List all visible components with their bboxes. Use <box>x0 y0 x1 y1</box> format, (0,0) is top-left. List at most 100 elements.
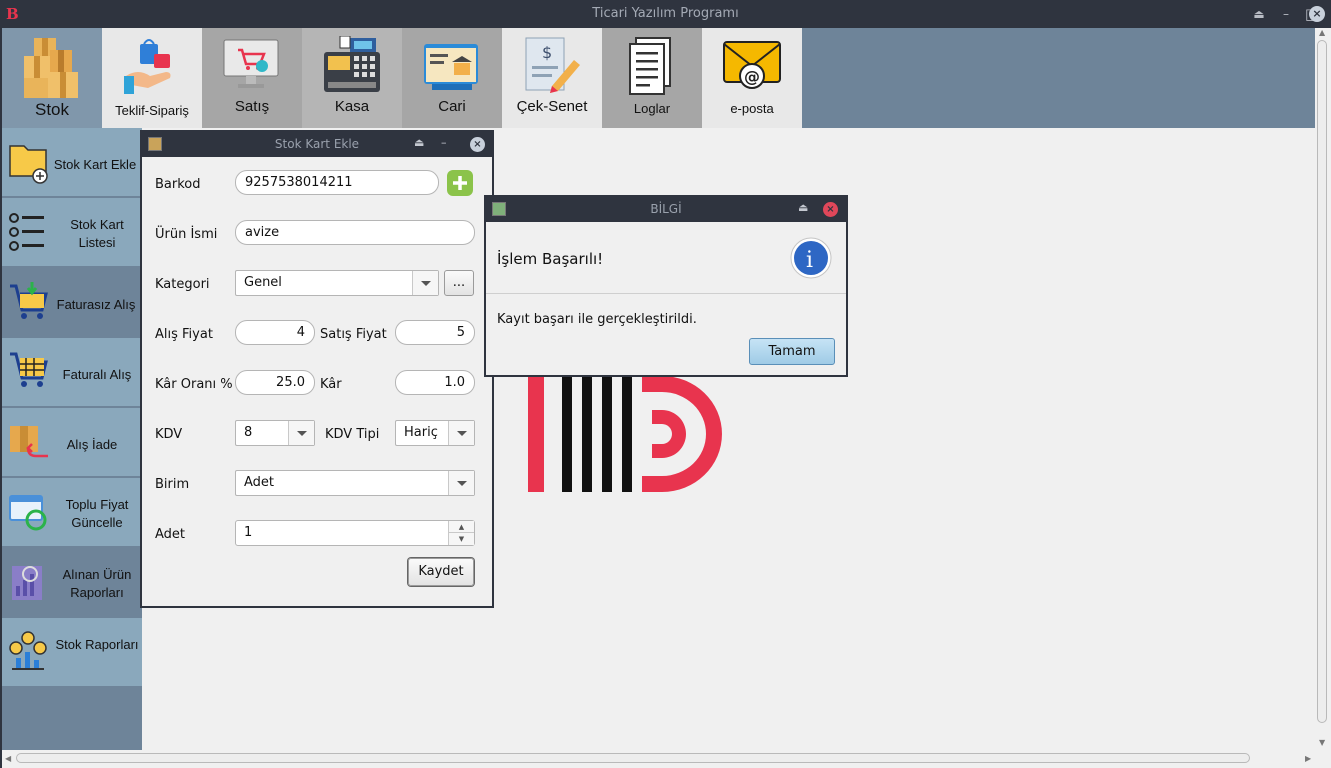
urun-ismi-label: Ürün İsmi <box>155 227 218 242</box>
tab-label: Satış <box>234 98 270 115</box>
document-icon <box>629 37 671 95</box>
scroll-left-icon[interactable]: ◀ <box>5 754 11 763</box>
tab-label: Çek-Senet <box>516 98 588 115</box>
monitor-cart-icon <box>223 39 279 88</box>
sidebar-item-faturali-alis[interactable]: Faturalı Alış <box>2 338 142 406</box>
check-pen-icon: $ <box>525 37 580 93</box>
sidebar-item-label: Faturasız Alış <box>56 297 136 312</box>
adet-spinner[interactable]: 1 ▲ ▼ <box>235 520 475 546</box>
sidebar-item-alis-iade[interactable]: Alış İade <box>2 408 142 476</box>
tab-e-posta[interactable]: @ e-posta <box>702 28 802 128</box>
tab-label: Kasa <box>334 98 370 115</box>
chart-report-icon <box>12 566 42 600</box>
stok-sidebar: Stok Kart Ekle Stok Kart Listesi Faturas… <box>2 128 142 750</box>
birim-value: Adet <box>244 475 275 490</box>
svg-text:@: @ <box>744 67 760 86</box>
tab-teklif-siparis[interactable]: Teklif-Sipariş <box>102 28 202 128</box>
list-icon <box>9 213 44 251</box>
sidebar-item-alinan-urun-raporlari[interactable]: Alınan Ürün Raporları <box>2 548 142 616</box>
kategori-select[interactable]: Genel <box>235 270 439 296</box>
kar-field[interactable]: 1.0 <box>395 370 475 395</box>
info-icon: i <box>790 237 832 279</box>
brand-logo-icon <box>528 376 722 492</box>
tab-label: Stok <box>34 100 70 119</box>
sidebar-item-toplu-fiyat-guncelle[interactable]: Toplu Fiyat Güncelle <box>2 478 142 546</box>
barkod-field[interactable]: 9257538014211 <box>235 170 439 195</box>
svg-text:$: $ <box>542 43 552 62</box>
boxes-icon <box>24 38 78 98</box>
tab-kasa[interactable]: Kasa <box>302 28 402 128</box>
alis-fiyat-field[interactable]: 4 <box>235 320 315 345</box>
tab-cek-senet[interactable]: $ Çek-Senet <box>502 28 602 128</box>
bilgi-titlebar[interactable]: BİLGİ ⏏ × <box>486 197 846 222</box>
sidebar-item-label: Alınan Ürün Raporları <box>62 567 132 600</box>
scroll-right-icon[interactable]: ▶ <box>1305 754 1311 763</box>
kategori-label: Kategori <box>155 277 210 292</box>
folder-add-icon <box>9 145 48 184</box>
window-minimize-button[interactable]: – <box>1276 4 1296 24</box>
tab-stok[interactable]: Stok <box>2 28 102 128</box>
envelope-at-icon: @ <box>723 41 781 89</box>
urun-ismi-field[interactable]: avize <box>235 220 475 245</box>
cart-download-icon <box>10 282 48 319</box>
chevron-down-icon[interactable] <box>448 471 474 495</box>
satis-fiyat-label: Satış Fiyat <box>320 327 387 342</box>
cash-register-icon <box>324 36 380 92</box>
kaydet-button[interactable]: Kaydet <box>408 558 474 586</box>
tab-label: Cari <box>438 98 466 115</box>
vertical-scroll-thumb[interactable] <box>1317 40 1327 723</box>
window-close-button[interactable]: × <box>1309 6 1325 22</box>
sidebar-item-label: Alış İade <box>66 437 118 452</box>
satis-fiyat-field[interactable]: 5 <box>395 320 475 345</box>
window-title: Ticari Yazılım Programı <box>592 6 739 21</box>
kategori-value: Genel <box>244 275 282 290</box>
stok-kart-ekle-title: Stok Kart Ekle <box>274 137 360 151</box>
module-tabbar: Stok Teklif-Sipariş Satış Kasa Cari $ Çe… <box>2 28 1315 128</box>
sidebar-item-stok-kart-ekle[interactable]: Stok Kart Ekle <box>2 128 142 196</box>
tab-loglar[interactable]: Loglar <box>602 28 702 128</box>
kar-orani-field[interactable]: 25.0 <box>235 370 315 395</box>
chevron-down-icon[interactable] <box>448 421 474 445</box>
window-titlebar: B Ticari Yazılım Programı ⏏ – □ × <box>0 0 1331 28</box>
stok-kart-ekle-titlebar[interactable]: Stok Kart Ekle ⏏ – × <box>142 132 492 157</box>
tab-satis[interactable]: Satış <box>202 28 302 128</box>
add-barcode-button[interactable] <box>447 170 473 196</box>
chevron-down-icon[interactable] <box>288 421 314 445</box>
bank-card-icon <box>424 44 478 90</box>
tamam-button[interactable]: Tamam <box>749 338 835 365</box>
scroll-up-icon[interactable]: ▲ <box>1319 28 1325 37</box>
horizontal-scroll-thumb[interactable] <box>16 753 1250 763</box>
coins-chart-icon <box>9 631 47 670</box>
sidebar-item-stok-raporlari[interactable]: Stok Raporları <box>2 618 142 686</box>
kdv-tipi-select[interactable]: Hariç <box>395 420 475 446</box>
alis-fiyat-label: Alış Fiyat <box>155 327 213 342</box>
kategori-browse-button[interactable]: ... <box>444 270 474 296</box>
vertical-scrollbar[interactable]: ▲ ▼ <box>1315 28 1331 750</box>
tab-label: Teklif-Sipariş <box>115 103 189 118</box>
sidebar-item-label: Stok Raporları <box>55 637 139 652</box>
scroll-down-icon[interactable]: ▼ <box>1319 738 1325 747</box>
svg-text:i: i <box>806 248 813 273</box>
sidebar-item-label: Faturalı Alış <box>62 367 132 382</box>
sidebar-item-label: Stok Kart Listesi <box>70 217 124 250</box>
birim-select[interactable]: Adet <box>235 470 475 496</box>
tab-cari[interactable]: Cari <box>402 28 502 128</box>
window-shade-button[interactable]: ⏏ <box>1249 4 1269 24</box>
sidebar-item-faturasiz-alis[interactable]: Faturasız Alış <box>2 268 142 336</box>
sidebar-item-label: Toplu Fiyat Güncelle <box>65 497 129 530</box>
dialog-message: Kayıt başarı ile gerçekleştirildi. <box>497 312 697 327</box>
sidebar-item-stok-kart-listesi[interactable]: Stok Kart Listesi <box>2 198 142 266</box>
close-button[interactable]: × <box>823 202 838 217</box>
kdv-select[interactable]: 8 <box>235 420 315 446</box>
shade-button[interactable]: ⏏ <box>414 136 424 149</box>
tab-label: Loglar <box>633 101 671 116</box>
chevron-down-icon[interactable] <box>412 271 438 295</box>
close-button[interactable]: × <box>470 137 485 152</box>
spinner-down-icon[interactable]: ▼ <box>448 533 474 545</box>
spinner-up-icon[interactable]: ▲ <box>448 521 474 533</box>
shade-button[interactable]: ⏏ <box>798 201 808 214</box>
barkod-label: Barkod <box>155 177 201 192</box>
stok-kart-ekle-window: Stok Kart Ekle ⏏ – × Barkod 925753801421… <box>140 130 494 608</box>
horizontal-scrollbar[interactable]: ◀ ▶ <box>2 750 1331 768</box>
minimize-button[interactable]: – <box>441 136 447 149</box>
